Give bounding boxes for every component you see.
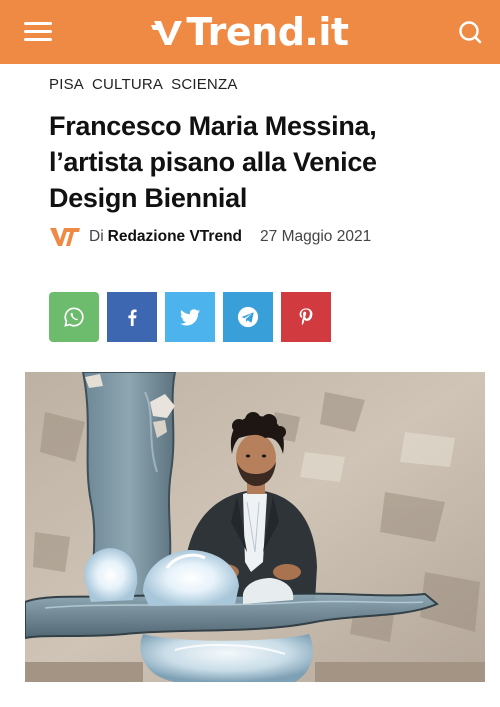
article-title: Francesco Maria Messina, l’artista pisan… xyxy=(49,111,377,213)
logo-v-mark xyxy=(151,15,185,49)
twitter-icon xyxy=(180,308,200,325)
category-pisa[interactable]: PISA xyxy=(49,76,84,93)
site-logo[interactable]: Trend.it xyxy=(0,8,500,56)
category-cultura[interactable]: CULTURA xyxy=(92,76,163,93)
search-icon[interactable] xyxy=(456,18,484,46)
article-byline: Di Redazione VTrend 27 Maggio 2021 xyxy=(49,226,371,248)
share-twitter-button[interactable] xyxy=(165,292,215,342)
category-tags: PISA CULTURA SCIENZA xyxy=(49,76,238,93)
share-facebook-button[interactable] xyxy=(107,292,157,342)
logo-text: Trend.it xyxy=(186,10,349,54)
share-pinterest-button[interactable] xyxy=(281,292,331,342)
vtrend-author-logo-icon xyxy=(49,226,81,248)
category-scienza[interactable]: SCIENZA xyxy=(171,76,237,93)
byline-prefix: Di xyxy=(89,228,104,245)
facebook-icon xyxy=(128,309,137,326)
share-whatsapp-button[interactable] xyxy=(49,292,99,342)
author-link[interactable]: Redazione VTrend xyxy=(108,228,242,246)
pinterest-icon xyxy=(299,308,313,326)
telegram-icon xyxy=(237,306,259,328)
article-hero-image xyxy=(25,372,485,682)
share-buttons xyxy=(49,292,331,342)
whatsapp-icon xyxy=(64,307,84,327)
publish-date: 27 Maggio 2021 xyxy=(260,228,372,245)
top-bar: Trend.it xyxy=(0,0,500,64)
share-telegram-button[interactable] xyxy=(223,292,273,342)
